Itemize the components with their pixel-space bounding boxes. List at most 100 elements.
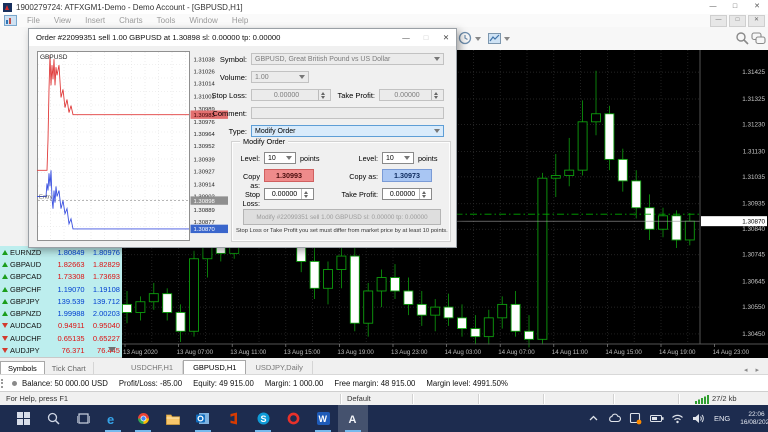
template-window-icon[interactable] [487, 31, 502, 46]
menu-item-charts[interactable]: Charts [112, 16, 150, 25]
tray-language-label[interactable]: ENG [714, 414, 730, 423]
svg-text:13 Aug 19:00: 13 Aug 19:00 [337, 349, 374, 356]
magnifier-icon[interactable] [735, 31, 750, 46]
svg-text:13 Aug 2020: 13 Aug 2020 [123, 349, 158, 356]
arrow-down-icon [0, 334, 10, 343]
taskbar-file-explorer[interactable] [158, 405, 188, 432]
taskbar-outlook[interactable] [188, 405, 218, 432]
modify-note: Stop Loss or Take Profit you set must di… [236, 228, 446, 234]
period-caret-icon[interactable] [475, 37, 481, 41]
modify-order-button[interactable]: Modify #22099351 sell 1.00 GBPUSD sl: 0.… [243, 209, 441, 225]
chart-tab-usdjpy-daily[interactable]: USDJPY,Daily [246, 361, 312, 374]
arrow-down-icon [0, 321, 10, 330]
ask-price: 139.712 [87, 297, 122, 306]
market-watch-row-audjpy[interactable]: AUDJPY76.37176.445 [0, 344, 122, 356]
onedrive-icon[interactable] [608, 412, 621, 425]
menu-item-view[interactable]: View [47, 16, 78, 25]
comment-label: Comment: [179, 109, 247, 118]
copy-buy-price-button[interactable]: 1.30973 [382, 169, 432, 182]
market-watch-row-gbpaud[interactable]: GBPAUD1.826631.82829 [0, 258, 122, 270]
dialog-maximize-button[interactable]: □ [416, 30, 436, 45]
market-watch-row-audcad[interactable]: AUDCAD0.949110.95040 [0, 320, 122, 332]
svg-text:1.30914: 1.30914 [194, 183, 216, 189]
taskbar-metatrader-atfx[interactable]: A [338, 405, 368, 432]
ask-price: 1.82829 [87, 260, 122, 269]
svg-text:1.30450: 1.30450 [742, 331, 765, 338]
svg-text:1.30870: 1.30870 [742, 219, 765, 226]
child-minimize-button[interactable]: — [710, 15, 727, 27]
market-watch-row-audchf[interactable]: AUDCHF0.651350.65227 [0, 332, 122, 344]
svg-text:13 Aug 07:00: 13 Aug 07:00 [177, 349, 214, 356]
arrow-up-icon [0, 272, 10, 281]
taskbar-start-button[interactable] [8, 405, 38, 432]
market-watch-scroll-down-icon[interactable] [108, 347, 116, 352]
svg-text:S: S [260, 414, 266, 424]
maximize-button[interactable]: □ [724, 1, 746, 13]
app-logo-icon [3, 3, 12, 12]
child-close-button[interactable]: ✕ [748, 15, 765, 27]
menu-item-tools[interactable]: Tools [150, 16, 183, 25]
market-watch-row-gbpjpy[interactable]: GBPJPY139.539139.712 [0, 295, 122, 307]
wifi-icon[interactable] [671, 412, 684, 425]
market-watch-row-gbpcad[interactable]: GBPCAD1.733081.73693 [0, 271, 122, 283]
order-type-select[interactable]: Modify Order [251, 125, 444, 137]
dock-grip-icon [1, 379, 8, 388]
chat-icon[interactable] [751, 31, 766, 46]
tray-clock[interactable]: 22:0616/08/2020 [740, 411, 768, 426]
svg-text:1.30550: 1.30550 [742, 304, 765, 311]
svg-text:13 Aug 11:00: 13 Aug 11:00 [230, 349, 267, 356]
group-take-profit-field[interactable]: 0.00000 [382, 188, 432, 200]
level-select-left[interactable]: 10 [264, 152, 296, 164]
arrow-down-icon [0, 346, 10, 355]
period-clock-icon[interactable] [458, 31, 473, 46]
arrow-up-icon [0, 309, 10, 318]
market-watch-row-gbpnzd[interactable]: GBPNZD1.999882.00203 [0, 307, 122, 319]
battery-icon[interactable] [650, 412, 663, 425]
type-label: Type: [179, 127, 247, 136]
ask-price: 1.73693 [87, 272, 122, 281]
child-restore-button[interactable]: □ [729, 15, 746, 27]
template-caret-icon[interactable] [504, 37, 510, 41]
speaker-icon[interactable] [692, 412, 705, 425]
menu-item-insert[interactable]: Insert [78, 16, 112, 25]
menu-item-help[interactable]: Help [225, 16, 255, 25]
svg-text:14 Aug 11:00: 14 Aug 11:00 [552, 349, 589, 356]
action-center-icon[interactable] [629, 412, 642, 425]
close-button[interactable]: ✕ [746, 1, 768, 13]
svg-text:1.30927: 1.30927 [194, 169, 215, 175]
bid-price: 76.371 [51, 346, 86, 355]
market-watch-row-gbpchf[interactable]: GBPCHF1.190701.19108 [0, 283, 122, 295]
taskbar-word[interactable]: W [308, 405, 338, 432]
svg-text:A: A [348, 414, 356, 425]
taskbar-office[interactable] [218, 405, 248, 432]
group-stop-loss-field[interactable]: 0.00000 [264, 188, 314, 200]
taskbar-skype[interactable]: S [248, 405, 278, 432]
symbol-label: Symbol: [179, 55, 247, 64]
chart-tab-gbpusd-h1[interactable]: GBPUSD,H1 [183, 360, 246, 374]
taskbar-task-view-button[interactable] [68, 405, 98, 432]
volume-label: Volume: [179, 73, 247, 82]
taskbar-chrome[interactable] [128, 405, 158, 432]
market-watch-tab-symbols[interactable]: Symbols [0, 361, 45, 375]
chart-tab-usdchf-h1[interactable]: USDCHF,H1 [122, 361, 183, 374]
tray-chevron-up-icon[interactable] [587, 412, 600, 425]
help-hint: For Help, press F1 [6, 394, 68, 403]
menu-item-file[interactable]: File [20, 16, 47, 25]
dialog-close-button[interactable]: ✕ [436, 30, 456, 45]
minimize-button[interactable]: — [702, 1, 724, 13]
dialog-minimize-button[interactable]: — [396, 30, 416, 45]
taskbar-red-ring-app[interactable] [278, 405, 308, 432]
copy-sell-price-button[interactable]: 1.30993 [264, 169, 314, 182]
level-select-right[interactable]: 10 [382, 152, 414, 164]
chart-doc-icon [4, 15, 17, 26]
svg-text:1.31425: 1.31425 [742, 69, 765, 76]
order-dialog-titlebar[interactable]: Order #22099351 sell 1.00 GBPUSD at 1.30… [29, 29, 456, 46]
account-metric: Margin level: 4991.50% [426, 379, 507, 388]
chart-tab-scroll-arrows[interactable]: ◂ ▸ [744, 366, 768, 374]
ask-price: 1.19108 [87, 285, 122, 294]
taskbar-edge[interactable]: e [98, 405, 128, 432]
modify-order-group: Modify Order Level: 10 points Level: 10 … [231, 141, 451, 242]
menu-item-window[interactable]: Window [182, 16, 224, 25]
profile-name[interactable]: Default [347, 394, 371, 403]
taskbar-search-button[interactable] [38, 405, 68, 432]
